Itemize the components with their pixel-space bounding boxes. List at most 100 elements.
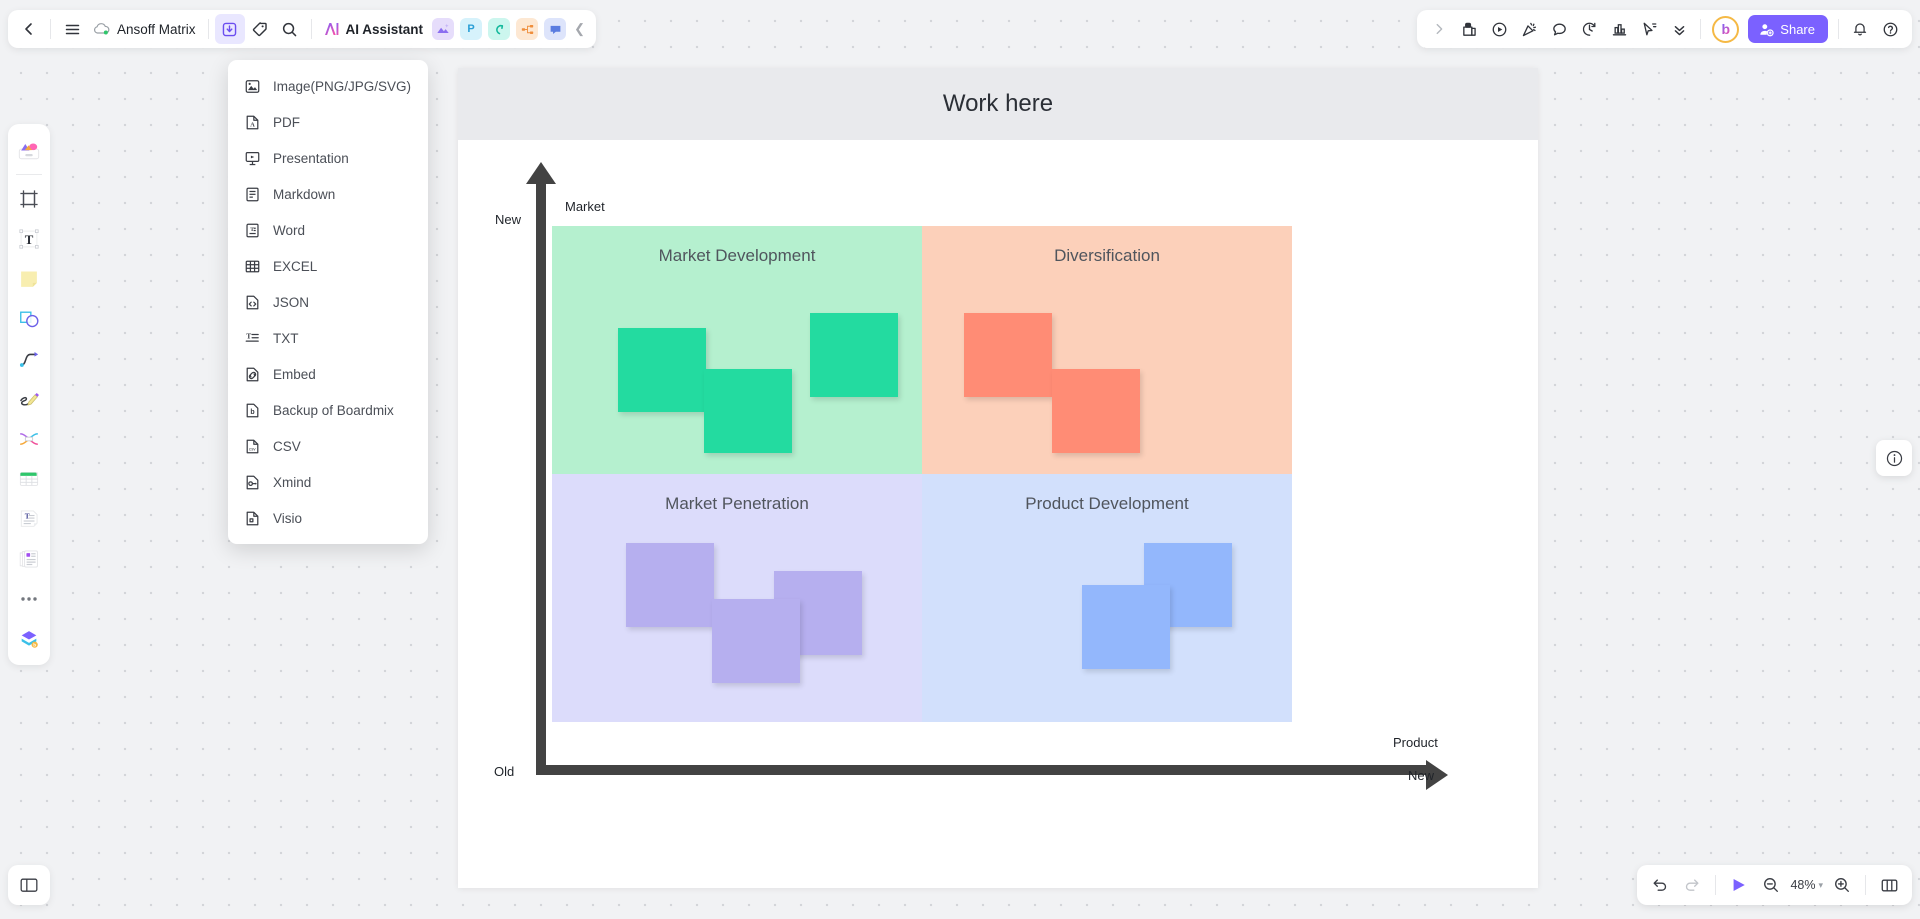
sidebar-item-frame[interactable] bbox=[12, 182, 46, 216]
backup-file-icon: b bbox=[244, 402, 261, 419]
sticky-note[interactable] bbox=[1052, 369, 1140, 453]
quadrant-product-development[interactable]: Product Development bbox=[922, 474, 1292, 722]
ai-assistant-button[interactable]: AI Assistant bbox=[318, 20, 430, 38]
quadrant-label: Market Development bbox=[658, 246, 816, 265]
zoom-level-selector[interactable]: 48% ▾ bbox=[1788, 878, 1825, 892]
presentation-cursor-icon[interactable] bbox=[1634, 14, 1664, 44]
mindmap-app-icon[interactable] bbox=[516, 18, 539, 40]
share-label: Share bbox=[1780, 21, 1815, 37]
sidebar-item-mindmap[interactable] bbox=[12, 422, 46, 456]
export-menu-item-xmind[interactable]: Xmind bbox=[228, 464, 428, 500]
sidebar-item-templates[interactable] bbox=[12, 133, 46, 167]
back-button[interactable] bbox=[14, 14, 44, 44]
flowchart-app-icon[interactable] bbox=[488, 18, 511, 40]
word-file-icon: T bbox=[244, 222, 261, 239]
bell-icon[interactable] bbox=[1845, 14, 1875, 44]
zoom-out-button[interactable] bbox=[1756, 870, 1786, 900]
share-button[interactable]: Share bbox=[1748, 15, 1828, 43]
sticky-note[interactable] bbox=[810, 313, 898, 397]
txt-file-icon: T bbox=[244, 330, 261, 347]
chevron-down-icon: ▾ bbox=[1818, 879, 1823, 890]
export-menu-item-excel[interactable]: EXCEL bbox=[228, 248, 428, 284]
export-menu-item-label: JSON bbox=[273, 294, 310, 310]
ppt-app-icon[interactable]: P bbox=[460, 18, 483, 40]
export-button[interactable] bbox=[214, 14, 245, 44]
minimap-button[interactable] bbox=[1874, 870, 1904, 900]
sticky-note[interactable] bbox=[712, 599, 800, 683]
export-menu-item-embed[interactable]: Embed bbox=[228, 356, 428, 392]
sidebar-item-table[interactable] bbox=[12, 462, 46, 496]
image-file-icon bbox=[244, 78, 261, 95]
export-menu-item-markdown[interactable]: Markdown bbox=[228, 176, 428, 212]
export-dropdown-menu: Image(PNG/JPG/SVG) A PDF Presentation Ma… bbox=[228, 60, 428, 544]
sticky-note[interactable] bbox=[964, 313, 1052, 397]
xmind-file-icon bbox=[244, 474, 261, 491]
quadrant-diversification[interactable]: Diversification bbox=[922, 226, 1292, 474]
share-person-icon bbox=[1759, 22, 1774, 37]
quadrant-label: Market Penetration bbox=[665, 494, 809, 513]
divider bbox=[207, 19, 209, 39]
sticky-note[interactable] bbox=[618, 328, 706, 412]
sticky-note[interactable] bbox=[1082, 585, 1170, 669]
document-title-text: Ansoff Matrix bbox=[117, 21, 196, 37]
expand-right-icon[interactable] bbox=[1424, 14, 1454, 44]
sidebar-item-cards[interactable] bbox=[12, 542, 46, 576]
sidebar-item-connector[interactable] bbox=[12, 342, 46, 376]
export-menu-item-json[interactable]: JSON bbox=[228, 284, 428, 320]
export-menu-item-csv[interactable]: csv CSV bbox=[228, 428, 428, 464]
party-popper-icon[interactable] bbox=[1514, 14, 1544, 44]
export-menu-item-presentation[interactable]: Presentation bbox=[228, 140, 428, 176]
sidebar-item-document[interactable]: T bbox=[12, 502, 46, 536]
embed-link-icon bbox=[244, 366, 261, 383]
page-title: Work here bbox=[942, 90, 1054, 117]
image-app-icon[interactable] bbox=[432, 18, 455, 40]
presentation-file-icon bbox=[244, 150, 261, 167]
search-button[interactable] bbox=[275, 14, 305, 44]
chevron-double-down-icon[interactable] bbox=[1664, 14, 1694, 44]
timer-icon[interactable] bbox=[1574, 14, 1604, 44]
export-menu-item-pdf[interactable]: A PDF bbox=[228, 104, 428, 140]
excel-file-icon bbox=[244, 258, 261, 275]
document-title[interactable]: Ansoff Matrix bbox=[87, 22, 202, 37]
board-frame[interactable]: Work here Market New Old Product New Mar… bbox=[458, 68, 1538, 888]
avatar[interactable]: b bbox=[1712, 15, 1740, 43]
export-menu-item-word[interactable]: T Word bbox=[228, 212, 428, 248]
export-menu-item-txt[interactable]: T TXT bbox=[228, 320, 428, 356]
undo-button[interactable] bbox=[1645, 870, 1675, 900]
app-root: Ansoff Matrix AI Assistant P ❮ b Share T… bbox=[0, 0, 1920, 919]
collapse-toolbar-button[interactable]: ❮ bbox=[569, 21, 590, 37]
export-menu-item-image[interactable]: Image(PNG/JPG/SVG) bbox=[228, 68, 428, 104]
present-button[interactable] bbox=[1724, 870, 1754, 900]
avatar-initial: b bbox=[1721, 21, 1731, 37]
quadrant-market-penetration[interactable]: Market Penetration bbox=[552, 474, 922, 722]
svg-text:T: T bbox=[250, 226, 254, 232]
chart-icon[interactable] bbox=[1604, 14, 1634, 44]
quadrant-market-development[interactable]: Market Development bbox=[552, 226, 922, 474]
sidebar-item-pen[interactable] bbox=[12, 382, 46, 416]
export-menu-item-visio[interactable]: Visio bbox=[228, 500, 428, 536]
svg-text:b: b bbox=[33, 643, 36, 648]
sidebar-item-shapes[interactable] bbox=[12, 302, 46, 336]
sticky-note[interactable] bbox=[704, 369, 792, 453]
sidebar-item-text[interactable]: T bbox=[12, 222, 46, 256]
expand-panel-button[interactable] bbox=[8, 865, 50, 905]
left-sidebar: T T b bbox=[8, 124, 50, 665]
export-menu-item-label: Visio bbox=[273, 510, 303, 526]
divider bbox=[310, 19, 312, 39]
sidebar-item-more[interactable] bbox=[12, 582, 46, 616]
comment-bubble-icon[interactable] bbox=[1544, 14, 1574, 44]
tag-button[interactable] bbox=[245, 14, 275, 44]
hamburger-menu-button[interactable] bbox=[57, 14, 87, 44]
zoom-in-button[interactable] bbox=[1827, 870, 1857, 900]
help-circle-icon[interactable] bbox=[1875, 14, 1905, 44]
redo-button[interactable] bbox=[1677, 870, 1707, 900]
play-circle-icon[interactable] bbox=[1484, 14, 1514, 44]
svg-text:A: A bbox=[250, 121, 255, 128]
sidebar-item-sticky-note[interactable] bbox=[12, 262, 46, 296]
export-menu-item-backup[interactable]: b Backup of Boardmix bbox=[228, 392, 428, 428]
sticky-lock-icon[interactable] bbox=[1454, 14, 1484, 44]
chat-app-icon[interactable] bbox=[544, 18, 567, 40]
info-button[interactable] bbox=[1876, 440, 1912, 476]
sticky-note[interactable] bbox=[626, 543, 714, 627]
sidebar-item-plugins[interactable]: b bbox=[12, 622, 46, 656]
